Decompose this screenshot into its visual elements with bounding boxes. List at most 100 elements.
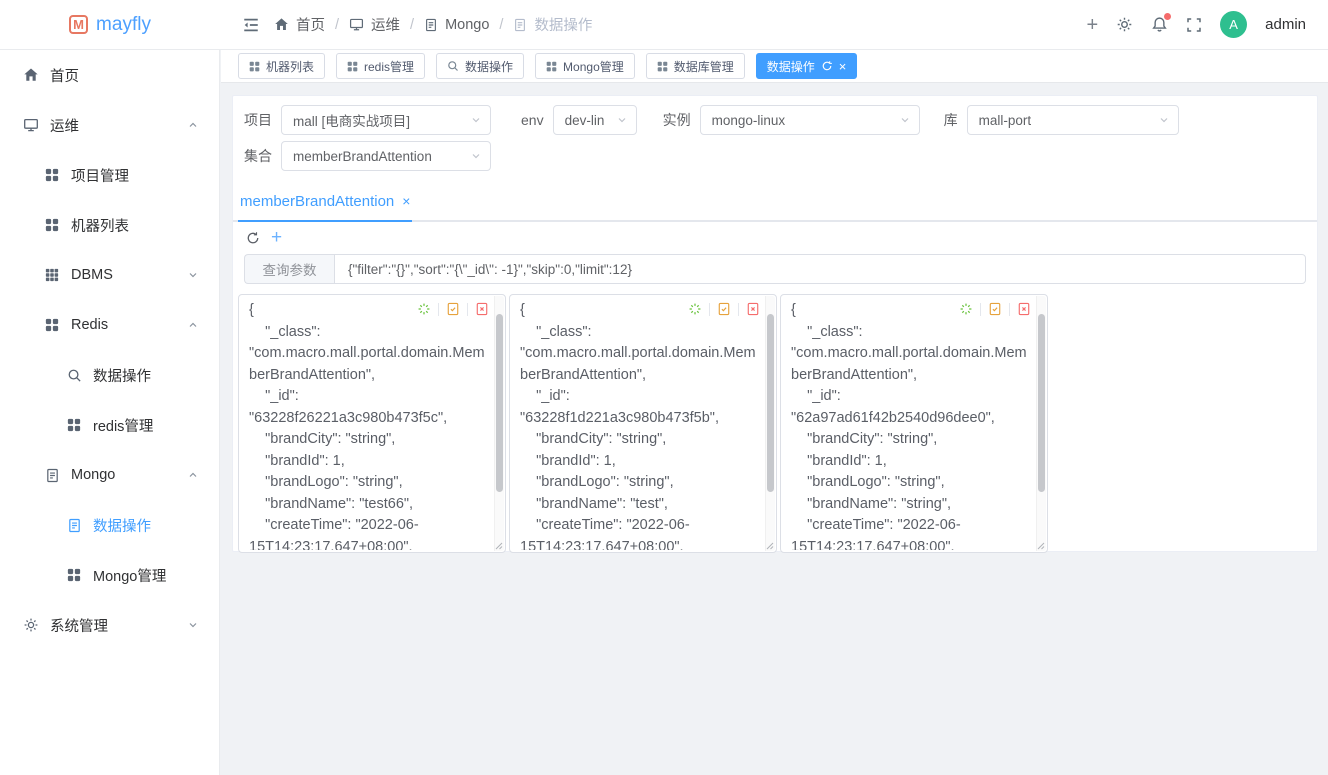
divider — [738, 303, 739, 316]
sidebar-item-redis[interactable]: Redis — [0, 300, 219, 350]
delete-document-icon[interactable] — [746, 302, 760, 316]
document-json[interactable]: { "_class": "com.macro.mall.portal.domai… — [510, 295, 764, 550]
format-magic-icon[interactable] — [688, 302, 702, 316]
home-icon — [23, 67, 39, 83]
settings-gear-icon[interactable] — [1116, 16, 1133, 33]
document-icon — [513, 18, 527, 32]
scrollbar[interactable] — [765, 296, 775, 551]
avatar[interactable]: A — [1220, 11, 1247, 38]
document-actions — [413, 302, 489, 316]
project-label: 项目 — [244, 110, 272, 130]
document-card[interactable]: { "_class": "com.macro.mall.portal.domai… — [509, 294, 777, 553]
env-select[interactable]: dev-lin — [553, 105, 637, 135]
top-header: M mayfly 首页 / 运维 — [0, 0, 1328, 50]
grid-icon — [249, 61, 260, 72]
breadcrumb: 首页 / 运维 / Mongo / — [274, 14, 592, 35]
instance-select[interactable]: mongo-linux — [700, 105, 920, 135]
chevron-down-icon — [187, 619, 199, 631]
grid-icon — [347, 61, 358, 72]
resize-grip-icon[interactable] — [495, 542, 503, 550]
monitor-icon — [23, 117, 39, 133]
sidebar-item-redis-data-ops[interactable]: 数据操作 — [0, 350, 219, 400]
sidebar-item-system-mgmt[interactable]: 系统管理 — [0, 600, 219, 650]
sidebar-item-machine-list[interactable]: 机器列表 — [0, 200, 219, 250]
tab-mongo-data-ops-active[interactable]: 数据操作 × — [756, 53, 858, 79]
chevron-up-icon — [187, 319, 199, 331]
search-icon — [447, 60, 459, 72]
sidebar-item-mongo[interactable]: Mongo — [0, 450, 219, 500]
collection-tab-active[interactable]: memberBrandAttention × — [238, 182, 412, 222]
database-select[interactable]: mall-port — [967, 105, 1179, 135]
mayfly-logo-icon: M — [69, 15, 88, 34]
chevron-down-icon — [187, 269, 199, 281]
grid-icon — [44, 318, 60, 332]
sidebar-item-mongo-data-ops[interactable]: 数据操作 — [0, 500, 219, 550]
project-select[interactable]: mall [电商实战项目] — [281, 105, 491, 135]
document-card[interactable]: { "_class": "com.macro.mall.portal.domai… — [238, 294, 506, 553]
delete-document-icon[interactable] — [475, 302, 489, 316]
database-label: 库 — [944, 110, 958, 130]
collection-select[interactable]: memberBrandAttention — [281, 141, 491, 171]
tab-mongo-mgmt[interactable]: Mongo管理 — [535, 53, 635, 79]
scrollbar[interactable] — [494, 296, 504, 551]
add-icon[interactable]: + — [1086, 15, 1098, 35]
breadcrumb-ops[interactable]: 运维 — [349, 14, 400, 35]
gear-icon — [23, 617, 39, 633]
scrollbar-thumb[interactable] — [496, 314, 503, 492]
collection-label: 集合 — [244, 146, 272, 166]
document-json[interactable]: { "_class": "com.macro.mall.portal.domai… — [239, 295, 493, 550]
save-document-icon[interactable] — [446, 302, 460, 316]
chevron-down-icon — [470, 150, 482, 162]
sidebar-item-home[interactable]: 首页 — [0, 50, 219, 100]
grid-icon — [44, 218, 60, 232]
resize-grip-icon[interactable] — [1037, 542, 1045, 550]
close-icon[interactable]: × — [839, 60, 847, 73]
sidebar-fold-icon[interactable] — [242, 16, 260, 34]
divider — [467, 303, 468, 316]
scrollbar-thumb[interactable] — [1038, 314, 1045, 492]
tab-machine-list[interactable]: 机器列表 — [238, 53, 325, 79]
scrollbar[interactable] — [1036, 296, 1046, 551]
tab-db-mgmt[interactable]: 数据库管理 — [646, 53, 745, 79]
notifications-bell-icon[interactable] — [1151, 16, 1168, 33]
chevron-down-icon — [616, 114, 628, 126]
breadcrumb-separator: / — [335, 17, 339, 33]
breadcrumb-mongo[interactable]: Mongo — [424, 17, 489, 33]
document-icon — [424, 18, 438, 32]
close-icon[interactable]: × — [402, 193, 410, 209]
breadcrumb-current: 数据操作 — [513, 14, 592, 35]
refresh-icon[interactable] — [821, 60, 833, 72]
grid-icon — [546, 61, 557, 72]
breadcrumb-home[interactable]: 首页 — [274, 14, 325, 35]
tab-redis-mgmt[interactable]: redis管理 — [336, 53, 425, 79]
sidebar-item-ops[interactable]: 运维 — [0, 100, 219, 150]
sidebar-item-mongo-mgmt[interactable]: Mongo管理 — [0, 550, 219, 600]
home-icon — [274, 17, 289, 32]
document-card[interactable]: { "_class": "com.macro.mall.portal.domai… — [780, 294, 1048, 553]
refresh-icon[interactable] — [246, 231, 260, 245]
scrollbar-thumb[interactable] — [767, 314, 774, 492]
save-document-icon[interactable] — [717, 302, 731, 316]
add-document-icon[interactable]: + — [271, 228, 282, 247]
sidebar-item-redis-mgmt[interactable]: redis管理 — [0, 400, 219, 450]
format-magic-icon[interactable] — [417, 302, 431, 316]
grid-icon — [44, 168, 60, 182]
delete-document-icon[interactable] — [1017, 302, 1031, 316]
sidebar-item-project-mgmt[interactable]: 项目管理 — [0, 150, 219, 200]
document-toolbar: + — [233, 222, 1317, 253]
monitor-icon — [349, 17, 364, 32]
document-json[interactable]: { "_class": "com.macro.mall.portal.domai… — [781, 295, 1035, 550]
grid-icon — [66, 418, 82, 432]
tab-redis-data-ops[interactable]: 数据操作 — [436, 53, 524, 79]
resize-grip-icon[interactable] — [766, 542, 774, 550]
format-magic-icon[interactable] — [959, 302, 973, 316]
username-label: admin — [1265, 16, 1306, 33]
sidebar-item-dbms[interactable]: DBMS — [0, 250, 219, 300]
save-document-icon[interactable] — [988, 302, 1002, 316]
breadcrumb-separator: / — [499, 17, 503, 33]
document-icon — [44, 468, 60, 483]
query-param-input[interactable] — [334, 254, 1306, 284]
fullscreen-icon[interactable] — [1186, 17, 1202, 33]
divider — [709, 303, 710, 316]
app-logo[interactable]: M mayfly — [0, 0, 220, 49]
